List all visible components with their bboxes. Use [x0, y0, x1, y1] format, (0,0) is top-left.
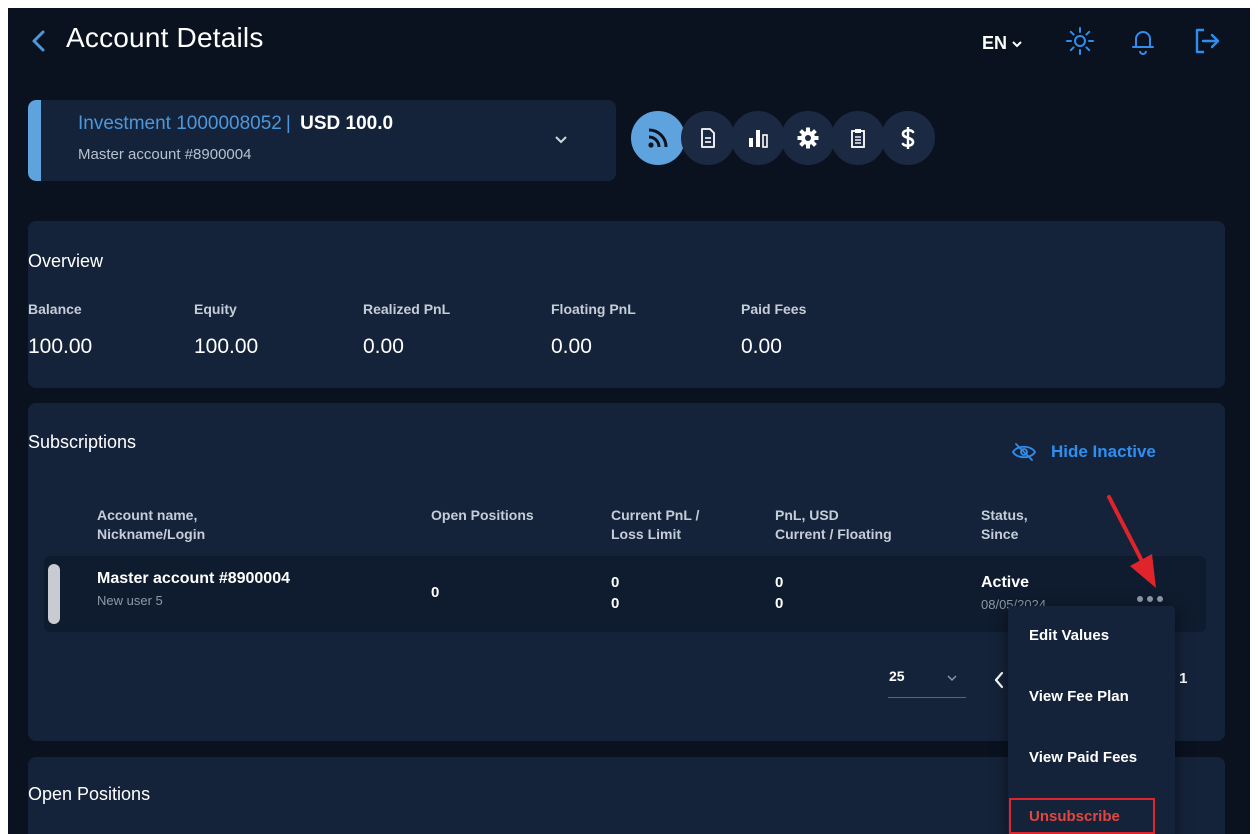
stat-label-floating-pnl: Floating PnL: [551, 301, 636, 317]
feed-button[interactable]: [631, 111, 685, 165]
statistics-button[interactable]: [731, 111, 785, 165]
row-current-pnl: 0: [611, 574, 620, 591]
hide-inactive-label: Hide Inactive: [1051, 442, 1156, 461]
column-header-line: Current / Floating: [775, 526, 892, 542]
open-positions-title: Open Positions: [28, 784, 151, 804]
clipboard-icon: [851, 129, 865, 148]
logout-icon[interactable]: [1192, 26, 1222, 56]
page-size-select[interactable]: 25: [888, 668, 966, 698]
stat-value-realized-pnl: 0.00: [363, 335, 404, 358]
document-icon: [701, 128, 715, 148]
document-button[interactable]: [681, 111, 735, 165]
row-actions-more-icon[interactable]: [1137, 592, 1171, 606]
account-separator: |: [285, 113, 291, 134]
row-nickname: New user 5: [97, 593, 163, 608]
account-selector[interactable]: Investment 1000008052 | USD 100.0 Master …: [28, 100, 616, 181]
dollar-icon: [901, 127, 915, 149]
row-pnl-current: 0: [775, 574, 784, 591]
page-size-value: 25: [889, 668, 905, 684]
column-header-line: Since: [981, 526, 1019, 542]
stat-label-equity: Equity: [194, 301, 237, 317]
sun-icon[interactable]: [1065, 26, 1095, 56]
row-open-positions: 0: [431, 584, 440, 601]
stat-value-balance: 100.00: [28, 335, 93, 358]
row-account-name: Master account #8900004: [97, 570, 290, 587]
clipboard-button[interactable]: [831, 111, 885, 165]
chevron-down-icon: [555, 136, 567, 144]
column-header-line: Status,: [981, 507, 1028, 523]
rss-icon: [648, 128, 668, 148]
column-header-account: Account name, Nickname/Login: [97, 506, 205, 544]
chevron-down-icon: [947, 675, 957, 681]
billing-button[interactable]: [881, 111, 935, 165]
app-window: Account Details EN Investment 1000008052…: [8, 8, 1250, 834]
stat-value-paid-fees: 0.00: [741, 335, 782, 358]
row-pnl-floating: 0: [775, 595, 784, 612]
column-header-current-pnl: Current PnL / Loss Limit: [611, 506, 699, 544]
column-header-pnl-usd: PnL, USD Current / Floating: [775, 506, 892, 544]
stat-label-realized-pnl: Realized PnL: [363, 301, 451, 317]
language-selector[interactable]: EN: [982, 33, 1023, 54]
gear-icon: [797, 127, 819, 149]
menu-item-view-paid-fees[interactable]: View Paid Fees: [1029, 749, 1137, 766]
stat-label-paid-fees: Paid Fees: [741, 301, 807, 317]
account-balance: USD 100.0: [300, 113, 394, 134]
subscriptions-title: Subscriptions: [28, 432, 137, 452]
overview-title: Overview: [28, 251, 104, 271]
settings-button[interactable]: [781, 111, 835, 165]
hide-inactive-toggle[interactable]: Hide Inactive: [1011, 442, 1156, 462]
row-status-bar: [48, 564, 60, 624]
column-header-line: Open Positions: [431, 507, 534, 523]
column-header-line: Current PnL /: [611, 507, 700, 523]
row-loss-limit: 0: [611, 595, 620, 612]
column-header-line: Nickname/Login: [97, 526, 206, 542]
back-arrow-icon[interactable]: [28, 26, 50, 56]
column-header-open-positions: Open Positions: [431, 506, 534, 525]
eye-off-icon: [1011, 443, 1037, 461]
page-title: Account Details: [66, 22, 264, 53]
column-header-line: Loss Limit: [611, 526, 682, 542]
row-status: Active: [981, 574, 1030, 591]
previous-page-icon[interactable]: [992, 669, 1006, 691]
master-account-label: Master account #8900004: [78, 146, 252, 163]
account-color-bar: [28, 100, 41, 181]
stat-label-balance: Balance: [28, 301, 82, 317]
menu-item-unsubscribe[interactable]: Unsubscribe: [1029, 808, 1120, 825]
column-header-line: Account name,: [97, 507, 198, 523]
account-name: Investment 1000008052: [78, 113, 282, 134]
stat-value-equity: 100.00: [194, 335, 259, 358]
bell-icon[interactable]: [1128, 26, 1158, 56]
stat-value-floating-pnl: 0.00: [551, 335, 592, 358]
account-summary: Investment 1000008052 | USD 100.0: [78, 113, 393, 135]
language-label: EN: [982, 33, 1008, 53]
column-header-line: PnL, USD: [775, 507, 839, 523]
bar-chart-icon: [749, 130, 768, 148]
menu-item-edit-values[interactable]: Edit Values: [1029, 627, 1109, 644]
chevron-down-icon: [1012, 40, 1022, 47]
column-header-status: Status, Since: [981, 506, 1028, 544]
menu-item-view-fee-plan[interactable]: View Fee Plan: [1029, 688, 1129, 705]
